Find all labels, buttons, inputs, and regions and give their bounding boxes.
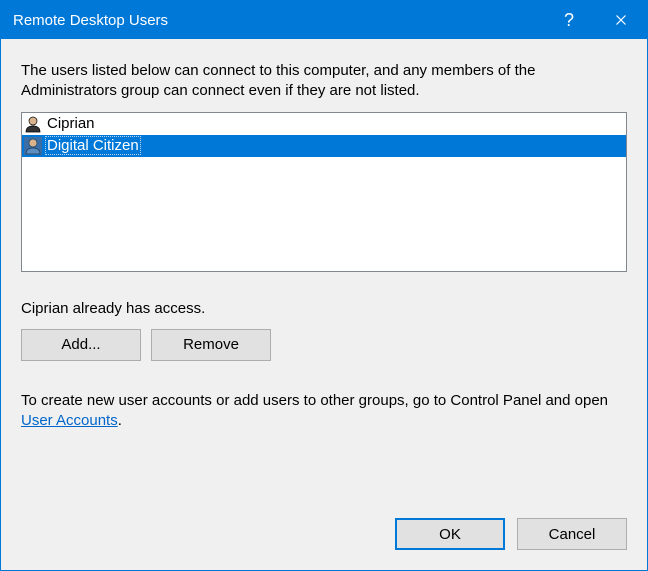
help-text: To create new user accounts or add users… (21, 391, 627, 432)
access-note: Ciprian already has access. (21, 300, 627, 317)
help-suffix: . (118, 412, 122, 429)
user-accounts-link[interactable]: User Accounts (21, 412, 118, 429)
list-item-label: Ciprian (45, 115, 97, 132)
user-icon (24, 115, 42, 133)
dialog-footer: OK Cancel (1, 502, 647, 570)
list-item[interactable]: Digital Citizen (22, 135, 626, 157)
remove-button[interactable]: Remove (151, 329, 271, 361)
add-button[interactable]: Add... (21, 329, 141, 361)
dialog-content: The users listed below can connect to th… (1, 39, 647, 502)
description-text: The users listed below can connect to th… (21, 61, 627, 102)
list-item-label: Digital Citizen (45, 136, 141, 155)
list-item[interactable]: Ciprian (22, 113, 626, 135)
list-buttons-row: Add... Remove (21, 329, 627, 361)
ok-button[interactable]: OK (395, 518, 505, 550)
dialog-window: Remote Desktop Users ? The users listed … (0, 0, 648, 571)
close-button[interactable] (595, 1, 647, 39)
help-icon: ? (564, 10, 574, 31)
help-prefix: To create new user accounts or add users… (21, 392, 608, 409)
users-listbox[interactable]: Ciprian Digital Citizen (21, 112, 627, 272)
window-title: Remote Desktop Users (13, 12, 543, 29)
titlebar: Remote Desktop Users ? (1, 1, 647, 39)
cancel-button[interactable]: Cancel (517, 518, 627, 550)
user-icon (24, 137, 42, 155)
close-icon (615, 14, 627, 26)
help-button[interactable]: ? (543, 1, 595, 39)
titlebar-buttons: ? (543, 1, 647, 39)
